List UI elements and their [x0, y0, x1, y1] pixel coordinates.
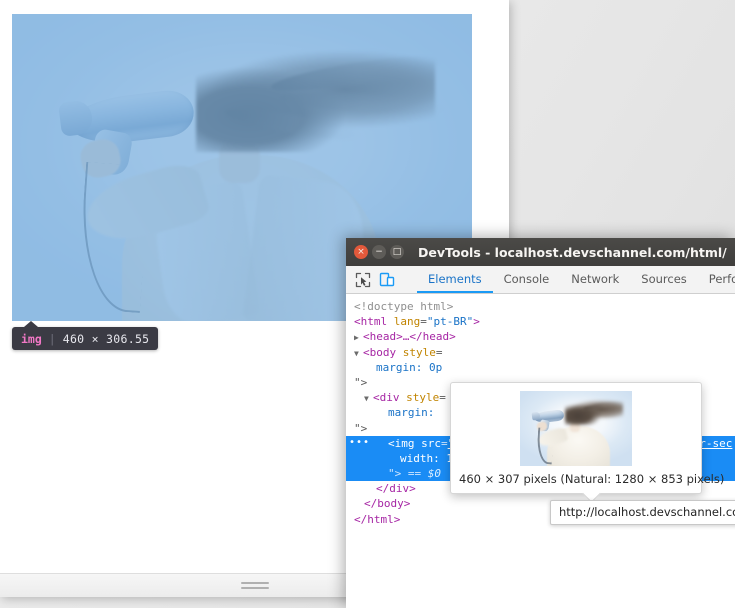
grip-line [241, 587, 269, 589]
maximize-icon[interactable]: □ [390, 245, 404, 259]
window-controls: × − □ [354, 245, 404, 259]
console-ref-dollar-zero: $0 [428, 467, 441, 480]
devtools-panel-tabs[interactable]: Elements Console Network Sources Perfor [417, 266, 735, 293]
equals-sign: = [436, 346, 443, 359]
div-attr-terminator: "> [354, 422, 367, 435]
devtools-tool-icons [346, 266, 417, 293]
photo-hairdryer-cord [536, 427, 554, 464]
image-preview-tooltip: 460 × 307 pixels (Natural: 1280 × 853 pi… [450, 382, 702, 494]
image-preview-thumbnail [520, 391, 632, 466]
chevron-right-icon[interactable]: ▶ [354, 330, 363, 345]
html-tag-close: > [473, 315, 480, 328]
equals-sign: = [439, 391, 446, 404]
badge-separator: | [49, 332, 56, 346]
html-attr-lang: lang [394, 315, 421, 328]
body-close-tag: </body> [364, 497, 410, 510]
div-close-tag: </div> [376, 482, 416, 495]
screen-root: img | 460 × 306.55 × − □ DevTools - loca… [0, 0, 735, 608]
devtools-titlebar[interactable]: × − □ DevTools - localhost.devschannel.c… [346, 238, 735, 266]
img-attr-src: src [421, 437, 441, 450]
close-icon[interactable]: × [354, 245, 368, 259]
equals-sign: = [441, 437, 448, 450]
head-tag-collapsed: <head>…</head> [363, 330, 456, 343]
equals-sign: = [420, 315, 427, 328]
div-attr-style: style [406, 391, 439, 404]
body-attr-style: style [403, 346, 436, 359]
inspect-element-icon[interactable] [354, 271, 372, 289]
window-resize-grip[interactable] [241, 582, 269, 592]
badge-dimensions: 460 × 306.55 [63, 332, 150, 346]
tab-sources[interactable]: Sources [630, 266, 698, 293]
img-attr-terminator: "> [388, 467, 401, 480]
body-tag-open: <body [363, 346, 403, 359]
tab-network[interactable]: Network [560, 266, 630, 293]
body-style-margin: margin: 0p [376, 361, 442, 374]
devtools-toolbar[interactable]: Elements Console Network Sources Perfor [346, 266, 735, 294]
console-ref-equals: == [408, 467, 421, 480]
link-url-tooltip: http://localhost.devschannel.com [550, 500, 735, 525]
chevron-down-icon[interactable]: ▼ [364, 391, 373, 406]
devtools-window-title: DevTools - localhost.devschannel.com/htm… [418, 245, 727, 260]
chevron-down-icon[interactable]: ▼ [354, 346, 363, 361]
img-tag-open: <img [388, 437, 421, 450]
body-attr-terminator: "> [354, 376, 367, 389]
badge-tag-name: img [21, 332, 42, 346]
html-tag-open: <html [354, 315, 394, 328]
inspected-element-badge: img | 460 × 306.55 [12, 327, 158, 350]
tab-elements[interactable]: Elements [417, 266, 493, 293]
html-lang-value: "pt-BR" [427, 315, 473, 328]
div-tag-open: <div [373, 391, 406, 404]
tab-performance[interactable]: Perfor [698, 266, 735, 293]
dom-tree-panel[interactable]: <!doctype html> <html lang="pt-BR"> ▶<he… [346, 294, 735, 608]
html-close-tag: </html> [354, 513, 400, 526]
more-options-icon[interactable]: ••• [349, 438, 370, 448]
dom-line-body-style-margin[interactable]: margin: 0p [346, 360, 735, 375]
div-style-margin: margin: [388, 406, 434, 419]
minimize-icon[interactable]: − [372, 245, 386, 259]
photo-background [520, 391, 632, 466]
grip-line [241, 582, 269, 584]
dom-line-doctype[interactable]: <!doctype html> [346, 299, 735, 314]
image-preview-caption: 460 × 307 pixels (Natural: 1280 × 853 pi… [459, 472, 693, 487]
tab-console[interactable]: Console [493, 266, 561, 293]
doctype-text: <!doctype html> [354, 300, 453, 313]
dom-line-head[interactable]: ▶<head>…</head> [346, 329, 735, 344]
devtools-window[interactable]: × − □ DevTools - localhost.devschannel.c… [346, 238, 735, 608]
dom-line-body[interactable]: ▼<body style= [346, 345, 735, 360]
toggle-device-toolbar-icon[interactable] [378, 271, 396, 289]
dom-line-html[interactable]: <html lang="pt-BR"> [346, 314, 735, 329]
